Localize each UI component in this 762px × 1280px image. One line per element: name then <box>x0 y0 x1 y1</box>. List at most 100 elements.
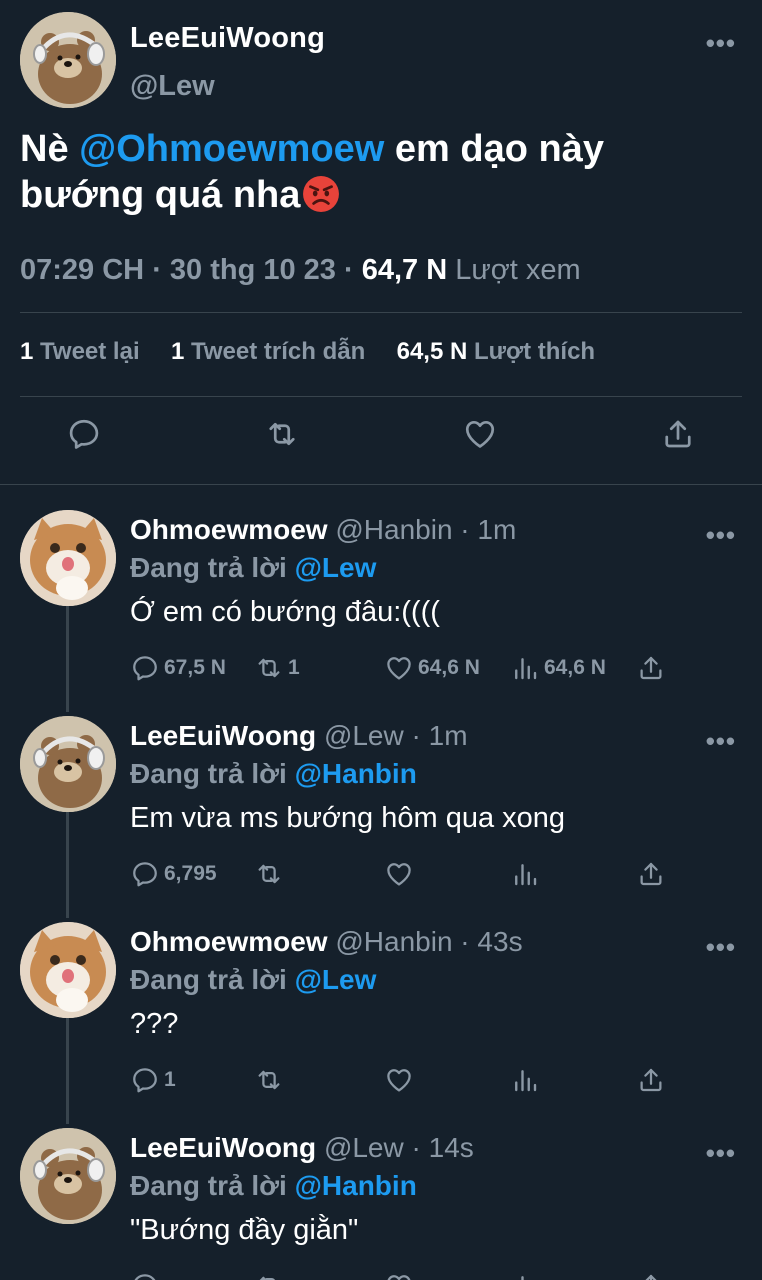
reply-tweet[interactable]: Ohmoewmoew @Hanbin · 43s ••• Đang trả lờ… <box>0 922 762 1112</box>
replying-to-mention[interactable]: @Lew <box>295 964 377 995</box>
retweet-button[interactable] <box>264 416 300 452</box>
retweet-icon <box>254 653 284 683</box>
views-button[interactable] <box>510 856 544 892</box>
reply-tweet[interactable]: Ohmoewmoew @Hanbin · 1m ••• Đang trả lời… <box>0 510 762 700</box>
reply-text: Em vừa ms bướng hôm qua xong <box>130 802 566 834</box>
reply-icon <box>130 1271 160 1280</box>
avatar[interactable] <box>20 1128 116 1224</box>
retweet-button[interactable]: 1 <box>254 650 300 686</box>
retweet-icon <box>254 1065 284 1095</box>
reply-tweet[interactable]: LeeEuiWoong @Lew · 14s ••• Đang trả lời … <box>0 1128 762 1280</box>
like-icon <box>384 653 414 683</box>
reply-time[interactable]: 1m <box>429 720 468 751</box>
share-icon <box>660 416 696 452</box>
reply-button[interactable]: 1 <box>130 1062 176 1098</box>
replying-to: Đang trả lời @Hanbin <box>130 1170 417 1202</box>
reply-text: ??? <box>130 1008 179 1040</box>
tweet-date[interactable]: 30 thg 10 23 <box>170 254 336 286</box>
share-button[interactable] <box>636 1062 670 1098</box>
share-button[interactable] <box>636 856 670 892</box>
reply-button[interactable] <box>130 1268 164 1280</box>
replying-to-mention[interactable]: @Hanbin <box>295 1170 417 1201</box>
reply-icon <box>130 653 160 683</box>
divider <box>20 396 742 397</box>
retweet-button[interactable] <box>254 856 288 892</box>
retweets-label[interactable]: Tweet lại <box>40 338 140 365</box>
retweet-button[interactable] <box>254 1268 288 1280</box>
bear-avatar-image <box>20 1128 116 1224</box>
retweet-icon <box>264 416 300 452</box>
views-button[interactable]: 64,6 N <box>510 650 606 686</box>
reply-icon <box>66 416 102 452</box>
reply-header: LeeEuiWoong @Lew · 14s <box>130 1132 474 1164</box>
reply-author-handle[interactable]: @Hanbin <box>335 514 452 545</box>
tweet-actions <box>0 416 762 462</box>
quotes-count[interactable]: 1 <box>171 338 184 365</box>
share-icon <box>636 859 666 889</box>
likes-count[interactable]: 64,5 N <box>397 338 468 365</box>
avatar[interactable] <box>20 922 116 1018</box>
share-button[interactable] <box>636 1268 670 1280</box>
views-label: Lượt xem <box>455 254 581 286</box>
reply-author-name[interactable]: Ohmoewmoew <box>130 926 328 957</box>
more-icon[interactable]: ••• <box>706 934 736 960</box>
views-count: 64,7 N <box>361 254 448 286</box>
share-button[interactable] <box>660 416 696 452</box>
avatar[interactable] <box>20 12 116 108</box>
more-icon[interactable]: ••• <box>706 728 736 754</box>
retweet-icon <box>254 859 284 889</box>
replying-to-label: Đang trả lời <box>130 964 295 995</box>
bear-avatar-image <box>20 12 116 108</box>
avatar[interactable] <box>20 716 116 812</box>
reply-author-handle[interactable]: @Lew <box>324 720 404 751</box>
tweet-meta: 07:29 CH · 30 thg 10 23 · 64,7 N Lượt xe… <box>20 254 581 287</box>
like-button[interactable] <box>384 856 418 892</box>
reply-button[interactable]: 67,5 N <box>130 650 226 686</box>
quotes-label[interactable]: Tweet trích dẫn <box>191 338 365 365</box>
replying-to-label: Đang trả lời <box>130 758 295 789</box>
reply-author-handle[interactable]: @Lew <box>324 1132 404 1163</box>
reply-author-handle[interactable]: @Hanbin <box>335 926 452 957</box>
reply-button[interactable] <box>66 416 102 452</box>
retweets-count[interactable]: 1 <box>20 338 33 365</box>
retweet-button[interactable] <box>254 1062 288 1098</box>
avatar[interactable] <box>20 510 116 606</box>
more-icon[interactable]: ••• <box>706 522 736 548</box>
replying-to-label: Đang trả lời <box>130 552 295 583</box>
like-count: 64,6 N <box>418 656 480 679</box>
reply-time[interactable]: 43s <box>477 926 522 957</box>
reply-tweet[interactable]: LeeEuiWoong @Lew · 1m ••• Đang trả lời @… <box>0 716 762 906</box>
share-button[interactable] <box>636 650 670 686</box>
reply-author-name[interactable]: Ohmoewmoew <box>130 514 328 545</box>
reply-author-name[interactable]: LeeEuiWoong <box>130 720 316 751</box>
more-icon[interactable]: ••• <box>706 1140 736 1166</box>
views-button[interactable] <box>510 1062 544 1098</box>
reply-time[interactable]: 1m <box>477 514 516 545</box>
views-icon <box>510 653 540 683</box>
reply-author-name[interactable]: LeeEuiWoong <box>130 1132 316 1163</box>
replying-to-mention[interactable]: @Hanbin <box>295 758 417 789</box>
author-handle[interactable]: @Lew <box>130 70 215 103</box>
engagement-stats: 1 Tweet lại 1 Tweet trích dẫn 64,5 N Lượ… <box>20 338 595 366</box>
reply-button[interactable]: 6,795 <box>130 856 217 892</box>
reply-count: 6,795 <box>164 862 217 885</box>
replying-to: Đang trả lời @Hanbin <box>130 758 417 790</box>
like-button[interactable] <box>384 1062 418 1098</box>
like-button[interactable] <box>462 416 498 452</box>
like-button[interactable]: 64,6 N <box>384 650 480 686</box>
reply-text: "Bướng đầy giằn" <box>130 1214 359 1246</box>
mention-link[interactable]: @Ohmoewmoew <box>79 128 384 170</box>
like-button[interactable] <box>384 1268 418 1280</box>
reply-actions <box>130 1268 690 1280</box>
replying-to: Đang trả lời @Lew <box>130 964 376 996</box>
reply-time[interactable]: 14s <box>429 1132 474 1163</box>
tweet-time[interactable]: 07:29 CH <box>20 254 144 286</box>
replying-to: Đang trả lời @Lew <box>130 552 376 584</box>
reply-text: Ớ em có bướng đâu:(((( <box>130 596 440 628</box>
author-name[interactable]: LeeEuiWoong <box>130 22 325 55</box>
more-icon[interactable]: ••• <box>706 30 736 56</box>
replying-to-mention[interactable]: @Lew <box>295 552 377 583</box>
share-icon <box>636 1065 666 1095</box>
likes-label[interactable]: Lượt thích <box>474 338 595 365</box>
views-button[interactable] <box>510 1268 544 1280</box>
